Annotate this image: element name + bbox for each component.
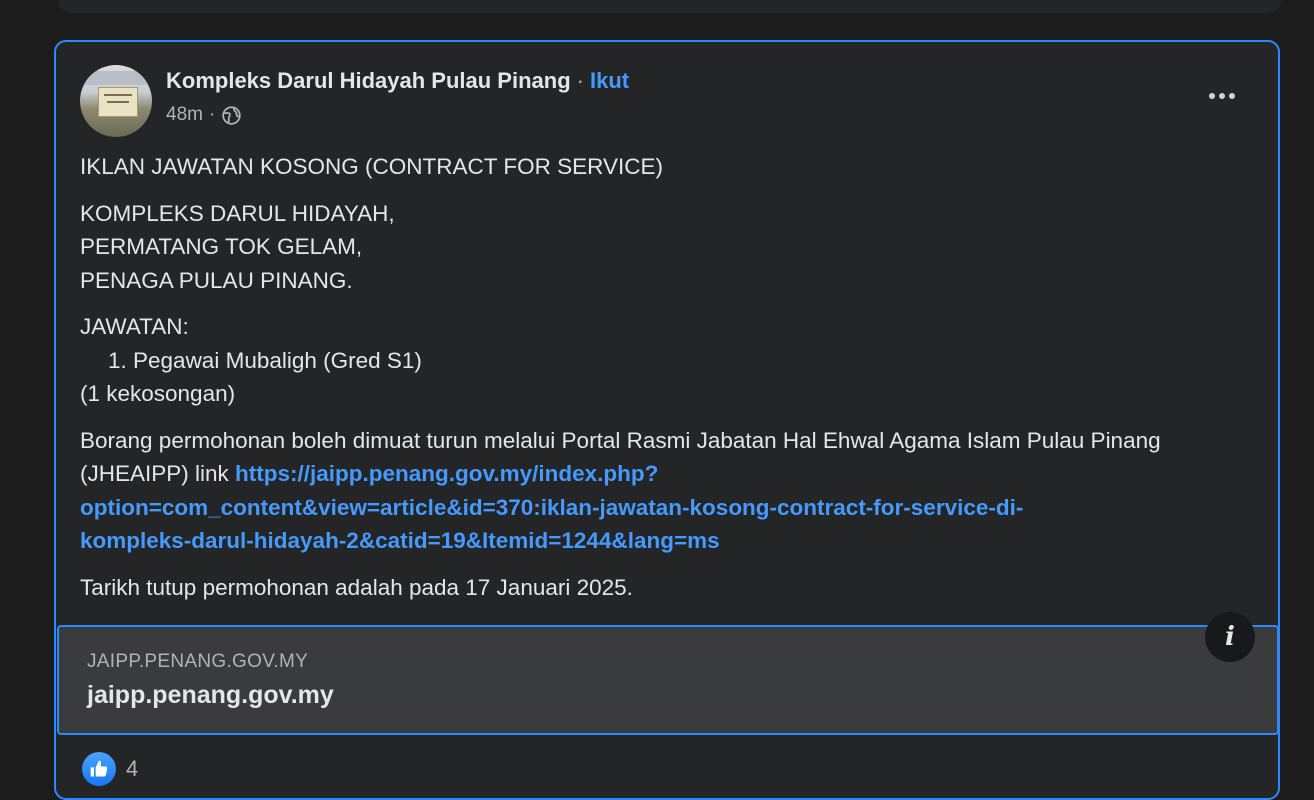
vacancy-count: (1 kekosongan) bbox=[80, 381, 236, 406]
follow-button[interactable]: Ikut bbox=[590, 68, 629, 93]
post-body: IKLAN JAWATAN KOSONG (CONTRACT FOR SERVI… bbox=[80, 150, 1250, 617]
link-preview-card[interactable]: JAIPP.PENANG.GOV.MY jaipp.penang.gov.my … bbox=[57, 612, 1279, 735]
body-heading: IKLAN JAWATAN KOSONG (CONTRACT FOR SERVI… bbox=[80, 154, 663, 179]
address-line: KOMPLEKS DARUL HIDAYAH, bbox=[80, 200, 395, 226]
link-line: kompleks-darul-hidayah-2&catid=19&Itemid… bbox=[80, 528, 720, 553]
header-separator: · bbox=[576, 68, 584, 93]
reactions-summary[interactable]: 4 bbox=[82, 752, 138, 786]
more-dot bbox=[1209, 93, 1215, 99]
more-dot bbox=[1219, 93, 1225, 99]
post-time[interactable]: 48m bbox=[166, 104, 203, 126]
address-line: PENAGA PULAU PINANG. bbox=[80, 267, 353, 293]
info-icon[interactable]: i bbox=[1205, 612, 1255, 662]
globe-icon bbox=[222, 105, 241, 125]
link-line: https://jaipp.penang.gov.my/index.php? bbox=[235, 461, 659, 486]
jawatan-item: 1. Pegawai Mubaligh (Gred S1) bbox=[108, 347, 422, 373]
link-preview-title[interactable]: jaipp.penang.gov.my bbox=[87, 681, 334, 710]
post-meta: 48m · bbox=[166, 104, 242, 126]
author-name[interactable]: Kompleks Darul Hidayah Pulau Pinang bbox=[166, 68, 571, 93]
post-header: Kompleks Darul Hidayah Pulau Pinang · Ikut bbox=[166, 68, 629, 94]
avatar-roof bbox=[80, 71, 152, 85]
previous-post-card bbox=[57, 0, 1281, 13]
link-line: option=com_content&view=article&id=370:i… bbox=[80, 494, 1024, 520]
body-form-info: Borang permohonan boleh dimuat turun mel… bbox=[80, 424, 1250, 558]
more-options-icon[interactable] bbox=[1204, 86, 1240, 106]
meta-separator: · bbox=[208, 104, 216, 125]
body-jawatan: JAWATAN: 1. Pegawai Mubaligh (Gred S1) (… bbox=[80, 310, 1250, 411]
thumbs-up-glyph bbox=[90, 760, 108, 777]
reaction-count[interactable]: 4 bbox=[126, 756, 138, 782]
avatar[interactable] bbox=[80, 65, 152, 137]
address-line: PERMATANG TOK GELAM, bbox=[80, 234, 363, 259]
like-icon bbox=[82, 752, 116, 786]
jawatan-label: JAWATAN: bbox=[80, 314, 189, 339]
more-dot bbox=[1229, 93, 1235, 99]
avatar-sign bbox=[98, 87, 138, 117]
body-closing: Tarikh tutup permohonan adalah pada 17 J… bbox=[80, 574, 633, 600]
body-address: KOMPLEKS DARUL HIDAYAH, PERMATANG TOK GE… bbox=[80, 197, 1250, 298]
link-preview-domain: JAIPP.PENANG.GOV.MY bbox=[87, 651, 309, 672]
post-card: Kompleks Darul Hidayah Pulau Pinang · Ikut… bbox=[54, 40, 1280, 800]
